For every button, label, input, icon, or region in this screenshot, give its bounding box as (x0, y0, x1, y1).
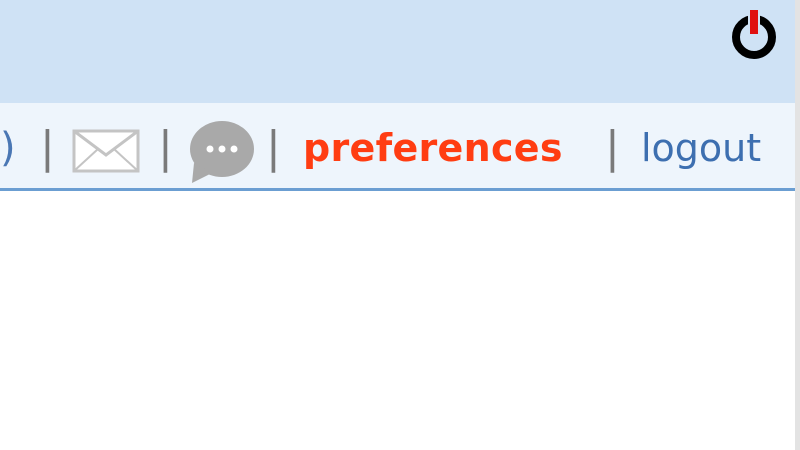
nav-separator: | (605, 122, 620, 173)
power-icon[interactable] (728, 8, 780, 60)
power-icon-graphic (732, 8, 776, 59)
chat-bubble-icon-graphic (190, 121, 254, 183)
preferences-link[interactable]: preferences (303, 118, 563, 178)
nav-paren-fragment: ) (0, 125, 16, 171)
nav-separator: | (40, 122, 55, 173)
nav-separator: | (158, 122, 173, 173)
chat-bubble-icon[interactable] (188, 119, 256, 185)
header-bar (0, 0, 795, 103)
envelope-icon-graphic (72, 129, 140, 173)
page: ) | | | preferences | logout (0, 0, 800, 450)
envelope-icon[interactable] (72, 129, 140, 173)
nav-separator: | (266, 122, 281, 173)
logout-link[interactable]: logout (641, 118, 761, 178)
window-right-edge (795, 0, 800, 450)
